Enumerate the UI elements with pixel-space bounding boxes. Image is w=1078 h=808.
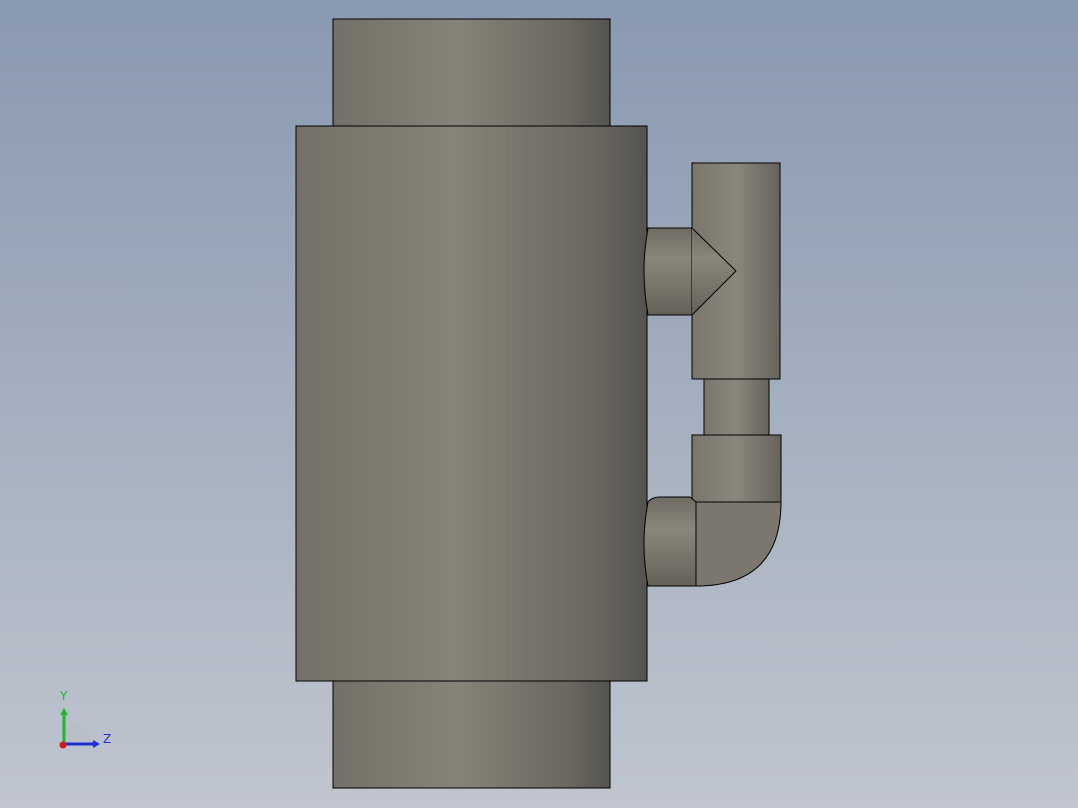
connecting-pipe[interactable] [703, 378, 770, 436]
main-body-cylinder[interactable] [295, 125, 648, 682]
triad-z-label: Z [103, 732, 111, 746]
triad-y-label: Y [59, 689, 68, 703]
orientation-triad[interactable]: Y Z [50, 686, 120, 756]
lower-branch-pipe[interactable] [643, 496, 697, 587]
x-axis-dot [59, 741, 67, 749]
top-neck-cylinder[interactable] [332, 18, 611, 127]
model-view[interactable] [0, 0, 1078, 808]
graphics-viewport[interactable]: Y Z [0, 0, 1078, 808]
bottom-neck-cylinder[interactable] [332, 680, 611, 789]
elbow-fitting[interactable] [695, 501, 782, 587]
elbow-vertical-socket[interactable] [691, 434, 782, 503]
